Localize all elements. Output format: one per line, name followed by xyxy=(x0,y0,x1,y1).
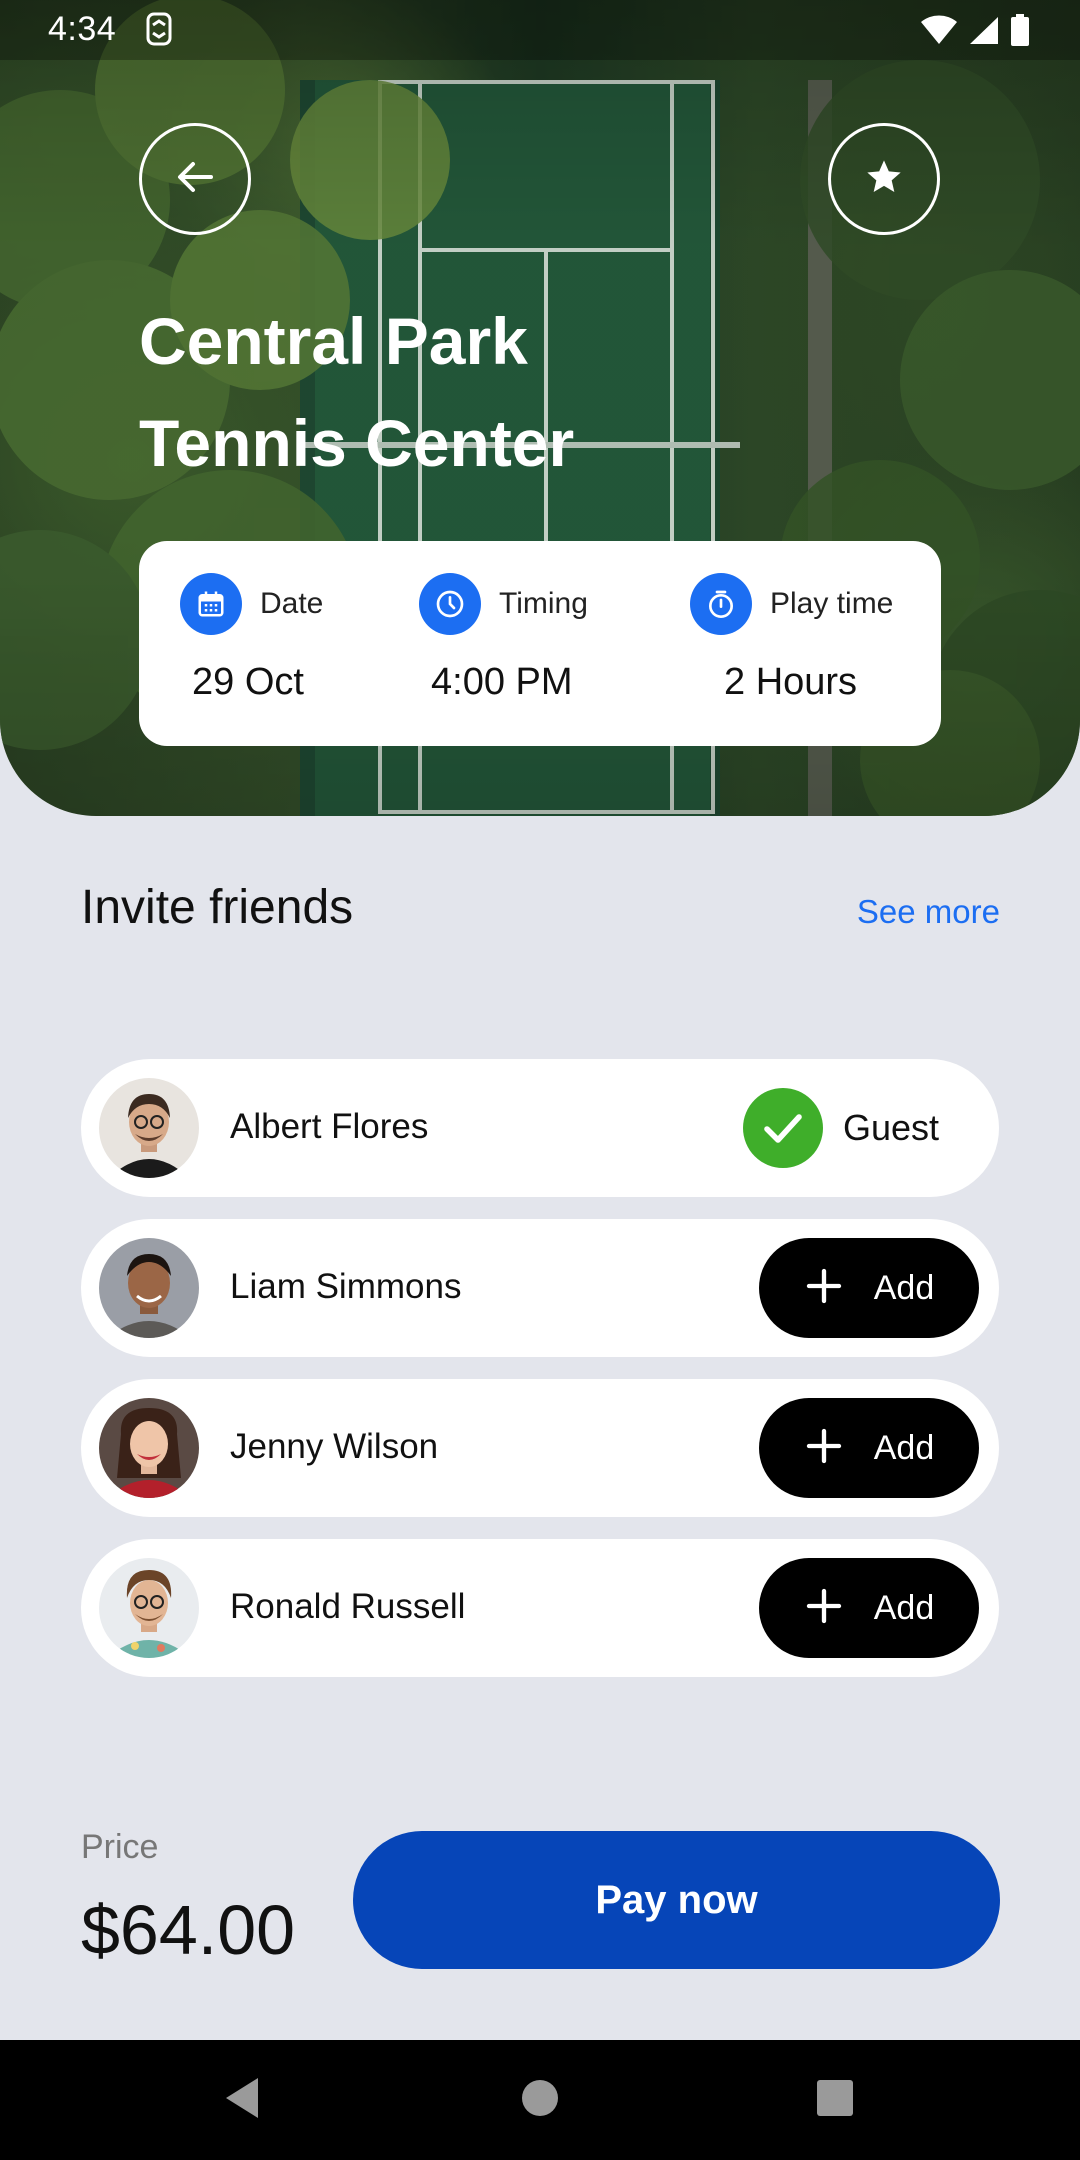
avatar xyxy=(99,1078,199,1178)
timer-icon xyxy=(690,573,752,635)
price-value: $64.00 xyxy=(81,1891,296,1969)
friend-name: Jenny Wilson xyxy=(230,1427,439,1466)
nav-recents-button[interactable] xyxy=(775,2040,895,2160)
venue-title: Central Park Tennis Center xyxy=(139,290,839,494)
square-recents-icon xyxy=(816,2079,854,2122)
add-label: Add xyxy=(873,1588,935,1627)
wifi-icon xyxy=(920,15,958,50)
status-time: 4:34 xyxy=(48,10,117,48)
signal-icon xyxy=(968,15,1000,50)
favorite-button[interactable] xyxy=(828,123,940,235)
nav-back-button[interactable] xyxy=(182,2040,302,2160)
battery-icon xyxy=(1010,14,1030,51)
avatar xyxy=(99,1558,199,1658)
friend-name: Ronald Russell xyxy=(230,1587,466,1626)
add-label: Add xyxy=(873,1268,935,1307)
playtime-label: Play time xyxy=(770,587,894,620)
date-info: Date 29 Oct xyxy=(180,573,323,704)
friend-row: Ronald Russell Add xyxy=(81,1539,999,1677)
add-friend-button[interactable]: Add xyxy=(759,1238,979,1338)
plus-icon xyxy=(804,1586,844,1631)
venue-title-line1: Central Park xyxy=(139,304,528,378)
nav-home-button[interactable] xyxy=(480,2040,600,2160)
friend-name: Albert Flores xyxy=(230,1107,429,1146)
back-button[interactable] xyxy=(139,123,251,235)
friend-row: Liam Simmons Add xyxy=(81,1219,999,1357)
arrow-left-icon xyxy=(173,155,217,204)
friend-row: Jenny Wilson Add xyxy=(81,1379,999,1517)
venue-title-line2: Tennis Center xyxy=(139,406,575,480)
add-label: Add xyxy=(873,1428,935,1467)
timing-value: 4:00 PM xyxy=(431,661,573,703)
pay-now-button[interactable]: Pay now xyxy=(353,1831,1000,1969)
timing-info: Timing 4:00 PM xyxy=(419,573,588,704)
check-icon xyxy=(742,1088,823,1168)
plus-icon xyxy=(804,1426,844,1471)
plus-icon xyxy=(804,1266,844,1311)
status-bar: 4:34 xyxy=(0,0,1080,60)
invite-friends-title: Invite friends xyxy=(81,881,354,934)
guest-status: Guest xyxy=(742,1088,939,1168)
date-label: Date xyxy=(260,587,324,620)
triangle-back-icon xyxy=(222,2076,262,2125)
avatar xyxy=(99,1398,199,1498)
playtime-info: Play time 2 Hours xyxy=(690,573,893,704)
avatar xyxy=(99,1238,199,1338)
timing-label: Timing xyxy=(499,587,588,620)
clock-icon xyxy=(419,573,481,635)
system-nav-bar xyxy=(0,2040,1080,2160)
status-icons xyxy=(920,14,1030,51)
calendar-icon xyxy=(180,573,242,635)
app-notification-icon xyxy=(146,12,172,51)
date-value: 29 Oct xyxy=(192,661,304,703)
star-icon xyxy=(864,157,904,202)
playtime-value: 2 Hours xyxy=(724,661,858,703)
booking-info-card: Date 29 Oct Timing 4:00 PM Play time 2 H… xyxy=(139,541,941,746)
add-friend-button[interactable]: Add xyxy=(759,1398,979,1498)
add-friend-button[interactable]: Add xyxy=(759,1558,979,1658)
friend-row: Albert Flores Guest xyxy=(81,1059,999,1197)
guest-label: Guest xyxy=(842,1107,939,1148)
price-label: Price xyxy=(81,1828,159,1866)
friend-name: Liam Simmons xyxy=(230,1267,462,1306)
circle-home-icon xyxy=(520,2078,560,2123)
see-more-link[interactable]: See more xyxy=(857,893,1000,931)
